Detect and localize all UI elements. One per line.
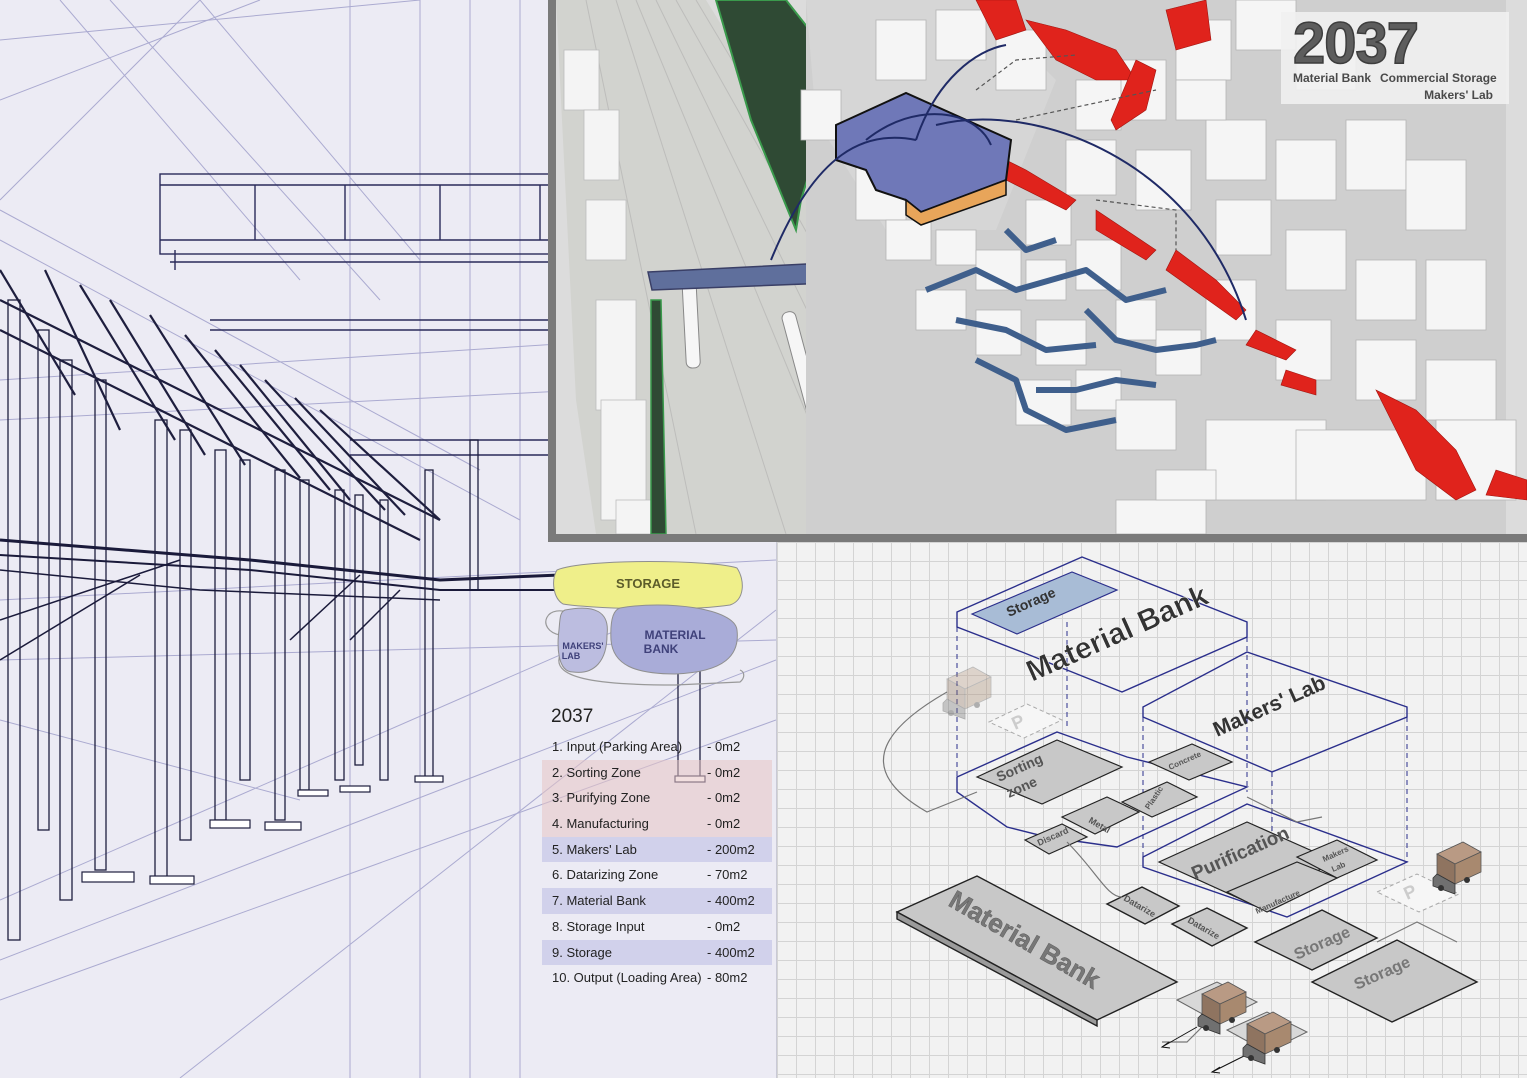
- area-row-name: 10. Output (Loading Area): [552, 970, 702, 986]
- area-row-name: 9. Storage: [552, 944, 612, 960]
- area-row: 4. Manufacturing - 0m2: [542, 811, 772, 837]
- area-row-name: 3. Purifying Zone: [552, 790, 651, 806]
- title-material-bank: Material Bank: [1293, 71, 1372, 85]
- area-row-value: - 0m2: [707, 816, 741, 832]
- area-row-name: 8. Storage Input: [552, 918, 645, 934]
- area-row: 9. Storage - 400m2: [542, 939, 772, 966]
- area-row: 3. Purifying Zone - 0m2: [542, 785, 772, 812]
- material-bank-bubble-label-1: MATERIAL: [644, 628, 705, 642]
- area-row-value: - 0m2: [707, 918, 741, 934]
- truck-icon-input: [942, 666, 992, 720]
- area-row: 5. Makers' Lab - 200m2: [542, 836, 772, 863]
- area-row-value: - 400m2: [707, 944, 755, 960]
- isometric-program-diagram: Storage Material Bank Makers' Lab Sortin…: [883, 556, 1482, 1074]
- area-row-value: - 0m2: [707, 790, 741, 806]
- title-card: 2037 Material Bank Commercial Storage Ma…: [1281, 11, 1509, 104]
- area-row: 1. Input (Parking Area) - 0m2: [542, 734, 772, 760]
- area-row-value: - 0m2: [707, 739, 741, 754]
- area-row-name: 1. Input (Parking Area): [552, 739, 683, 754]
- area-schedule-rows: 1. Input (Parking Area) - 0m2 2. Sorting Z…: [542, 734, 772, 991]
- bubble-diagram: STORAGE MATERIAL BANK MAKERS' LAB: [545, 561, 745, 686]
- area-row-name: 2. Sorting Zone: [552, 764, 641, 780]
- area-row-value: - 0m2: [707, 764, 741, 780]
- area-row-name: 7. Material Bank: [552, 893, 646, 909]
- area-row: 10. Output (Loading Area) - 80m2: [542, 965, 772, 991]
- area-row-name: 4. Manufacturing: [552, 816, 649, 832]
- makers-lab-bubble-label-2: LAB: [562, 651, 581, 661]
- storage-bubble-label: STORAGE: [616, 576, 680, 591]
- area-row: 7. Material Bank - 400m2: [542, 888, 772, 914]
- area-row-name: 5. Makers' Lab: [552, 841, 637, 857]
- area-schedule-year: 2037: [551, 706, 594, 727]
- area-row: 2. Sorting Zone - 0m2: [542, 759, 772, 786]
- title-makers-lab: Makers' Lab: [1424, 88, 1493, 102]
- isometric-program-diagram-panel: Storage Material Bank Makers' Lab Sortin…: [776, 542, 1527, 1078]
- area-row-value: - 70m2: [707, 867, 748, 883]
- truck-icon-parking: [1432, 841, 1482, 895]
- iso-makers-lab-top-label: Makers' Lab: [1210, 672, 1329, 742]
- area-row: 8. Storage Input - 0m2: [542, 914, 772, 940]
- makers-lab-bubble-label-1: MAKERS': [562, 641, 603, 651]
- material-bank-bubble-label-2: BANK: [644, 642, 679, 656]
- area-row: 6. Datarizing Zone - 70m2: [542, 862, 772, 888]
- area-row-value: - 80m2: [707, 970, 748, 986]
- area-schedule-table: 2037 1. Input (Parking Area) - 0m2 2. Sort…: [542, 706, 772, 991]
- area-row-value: - 200m2: [707, 841, 755, 857]
- title-year: 2037: [1292, 11, 1420, 77]
- area-row-value: - 400m2: [707, 893, 755, 909]
- aerial-site-map-panel: 2037 Material Bank Commercial Storage Ma…: [548, 0, 1527, 542]
- area-row-name: 6. Datarizing Zone: [552, 867, 659, 883]
- title-commercial-storage: Commercial Storage: [1380, 71, 1497, 85]
